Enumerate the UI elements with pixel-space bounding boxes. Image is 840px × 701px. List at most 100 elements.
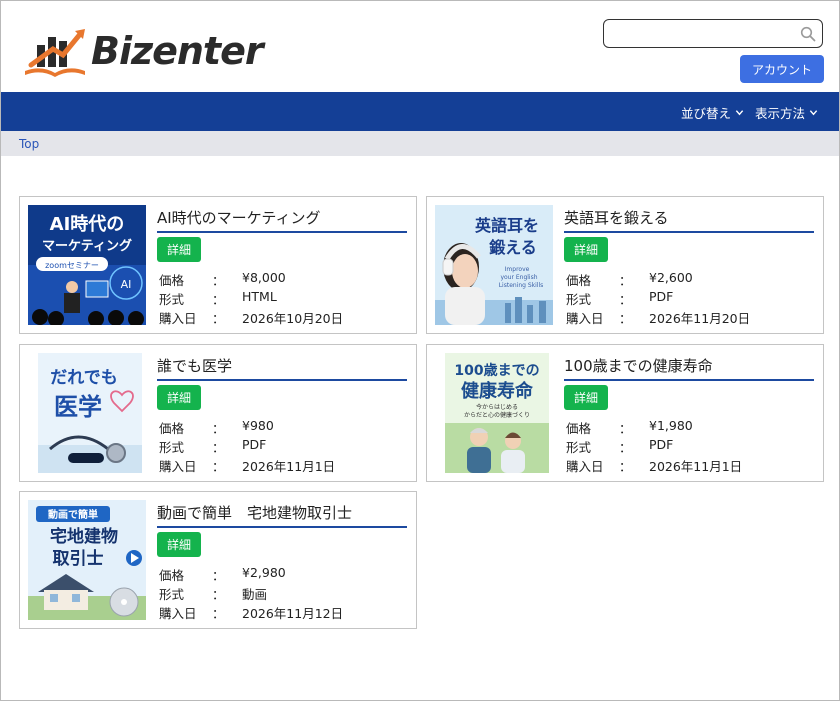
detail-button[interactable]: 詳細 (157, 532, 201, 557)
nav-bar: 並び替え 表示方法 (1, 92, 839, 131)
separator: ： (212, 273, 225, 288)
search-input[interactable] (610, 23, 790, 43)
header: Bizenter アカウント (1, 1, 839, 91)
thumb-title-line-1: 100歳までの (454, 362, 539, 379)
format-label: 形式 (159, 292, 185, 307)
logo-icon (25, 29, 85, 77)
chevron-down-icon (809, 110, 818, 116)
separator: ： (212, 440, 225, 455)
price-label: 価格 (159, 273, 185, 288)
thumb-title-line-1: AI時代の (50, 214, 125, 235)
sort-menu[interactable]: 並び替え (681, 103, 744, 122)
thumbnail-image: 100歳までの 健康寿命 今からはじめる からだと心の健康づくり (445, 353, 549, 473)
view-label: 表示方法 (755, 106, 806, 121)
thumb-subtitle-1: 今からはじめる (476, 403, 518, 411)
price-value: ¥8,000 (242, 270, 286, 285)
price-label: 価格 (566, 421, 592, 436)
date-value: 2026年11月1日 (242, 459, 336, 474)
separator: ： (212, 587, 225, 602)
separator: ： (212, 459, 225, 474)
separator: ： (619, 459, 632, 474)
product-meta: 価格 ： ¥1,980 形式 ： PDF 購入日 ： 2026年11月1日 (566, 418, 742, 475)
search-box[interactable] (603, 19, 823, 48)
thumb-subtitle-3: Listening Skills (499, 282, 544, 289)
product-thumbnail[interactable]: 100歳までの 健康寿命 今からはじめる からだと心の健康づくり (445, 353, 549, 473)
product-card: AI AI時代の マーケティング zoomセミナー AI時代のマーケティング 詳… (19, 196, 417, 334)
thumb-subtitle-2: your English (500, 274, 537, 281)
thumbnail-image: 動画で簡単 宅地建物 取引士 (28, 500, 146, 620)
chevron-down-icon (735, 110, 744, 116)
thumb-title-line-2: マーケティング (42, 238, 132, 254)
format-value: PDF (242, 437, 267, 452)
price-value: ¥2,600 (649, 270, 693, 285)
product-thumbnail[interactable]: 動画で簡単 宅地建物 取引士 (28, 500, 146, 620)
product-title[interactable]: 誰でも医学 (157, 355, 407, 381)
thumb-title-line-1: 宅地建物 (50, 526, 118, 547)
separator: ： (619, 273, 632, 288)
date-label: 購入日 (159, 459, 197, 474)
product-thumbnail[interactable]: 英語耳を 鍛える Improve your English Listening … (435, 205, 553, 325)
product-thumbnail[interactable]: AI AI時代の マーケティング zoomセミナー (28, 205, 146, 325)
format-value: HTML (242, 289, 277, 304)
thumbnail-image: だれでも 医学 (38, 353, 142, 473)
format-label: 形式 (159, 587, 185, 602)
product-card: だれでも 医学 誰でも医学 詳細 価格 ： ¥980 形式 ： PDF 購入日 ： 2026… (19, 344, 417, 482)
thumb-title-line-2: 健康寿命 (461, 380, 534, 402)
product-card: 100歳までの 健康寿命 今からはじめる からだと心の健康づくり 100歳までの… (426, 344, 824, 482)
format-label: 形式 (159, 440, 185, 455)
brand-logo[interactable]: Bizenter (23, 25, 264, 81)
date-label: 購入日 (566, 459, 604, 474)
date-value: 2026年11月1日 (649, 459, 743, 474)
detail-button[interactable]: 詳細 (157, 237, 201, 262)
price-label: 価格 (159, 421, 185, 436)
detail-button[interactable]: 詳細 (157, 385, 201, 410)
thumb-subtitle-2: からだと心の健康づくり (464, 411, 530, 419)
thumb-title-line-1: だれでも (50, 368, 118, 388)
date-label: 購入日 (159, 606, 197, 621)
detail-button[interactable]: 詳細 (564, 237, 608, 262)
date-value: 2026年11月20日 (649, 311, 751, 326)
thumbnail-image: AI AI時代の マーケティング zoomセミナー (28, 205, 146, 325)
thumb-badge: 動画で簡単 (48, 508, 98, 521)
search-icon[interactable] (800, 26, 816, 42)
product-title[interactable]: 英語耳を鍛える (564, 207, 814, 233)
product-thumbnail[interactable]: だれでも 医学 (38, 353, 142, 473)
view-menu[interactable]: 表示方法 (755, 103, 818, 122)
date-label: 購入日 (159, 311, 197, 326)
thumb-ai-text: AI (121, 278, 132, 291)
product-title[interactable]: 動画で簡単 宅地建物取引士 (157, 502, 407, 528)
separator: ： (212, 421, 225, 436)
account-button[interactable]: アカウント (740, 55, 824, 83)
product-card: 英語耳を 鍛える Improve your English Listening … (426, 196, 824, 334)
format-value: PDF (649, 289, 674, 304)
separator: ： (212, 606, 225, 621)
separator: ： (619, 440, 632, 455)
format-label: 形式 (566, 292, 592, 307)
thumbnail-image: 英語耳を 鍛える Improve your English Listening … (435, 205, 553, 325)
thumb-title-line-2: 取引士 (53, 548, 104, 569)
price-value: ¥980 (242, 418, 274, 433)
separator: ： (619, 311, 632, 326)
separator: ： (619, 421, 632, 436)
app-window: Bizenter アカウント 並び替え 表示方法 Top AI AI時代の マー… (0, 0, 840, 701)
product-meta: 価格 ： ¥8,000 形式 ： HTML 購入日 ： 2026年10月20日 (159, 270, 343, 327)
separator: ： (619, 292, 632, 307)
breadcrumb-top-link[interactable]: Top (19, 137, 39, 151)
sort-label: 並び替え (681, 106, 732, 121)
product-title[interactable]: 100歳までの健康寿命 (564, 355, 814, 381)
breadcrumb: Top (1, 131, 839, 156)
thumb-title-line-2: 医学 (54, 393, 102, 421)
thumb-badge: zoomセミナー (45, 261, 99, 270)
product-meta: 価格 ： ¥2,600 形式 ： PDF 購入日 ： 2026年11月20日 (566, 270, 750, 327)
thumb-title-line-2: 鍛える (489, 238, 537, 257)
separator: ： (212, 568, 225, 583)
product-title[interactable]: AI時代のマーケティング (157, 207, 407, 233)
separator: ： (212, 311, 225, 326)
date-value: 2026年10月20日 (242, 311, 344, 326)
detail-button[interactable]: 詳細 (564, 385, 608, 410)
format-value: 動画 (242, 587, 268, 602)
date-value: 2026年11月12日 (242, 606, 344, 621)
product-meta: 価格 ： ¥2,980 形式 ： 動画 購入日 ： 2026年11月12日 (159, 565, 343, 622)
price-label: 価格 (566, 273, 592, 288)
price-label: 価格 (159, 568, 185, 583)
